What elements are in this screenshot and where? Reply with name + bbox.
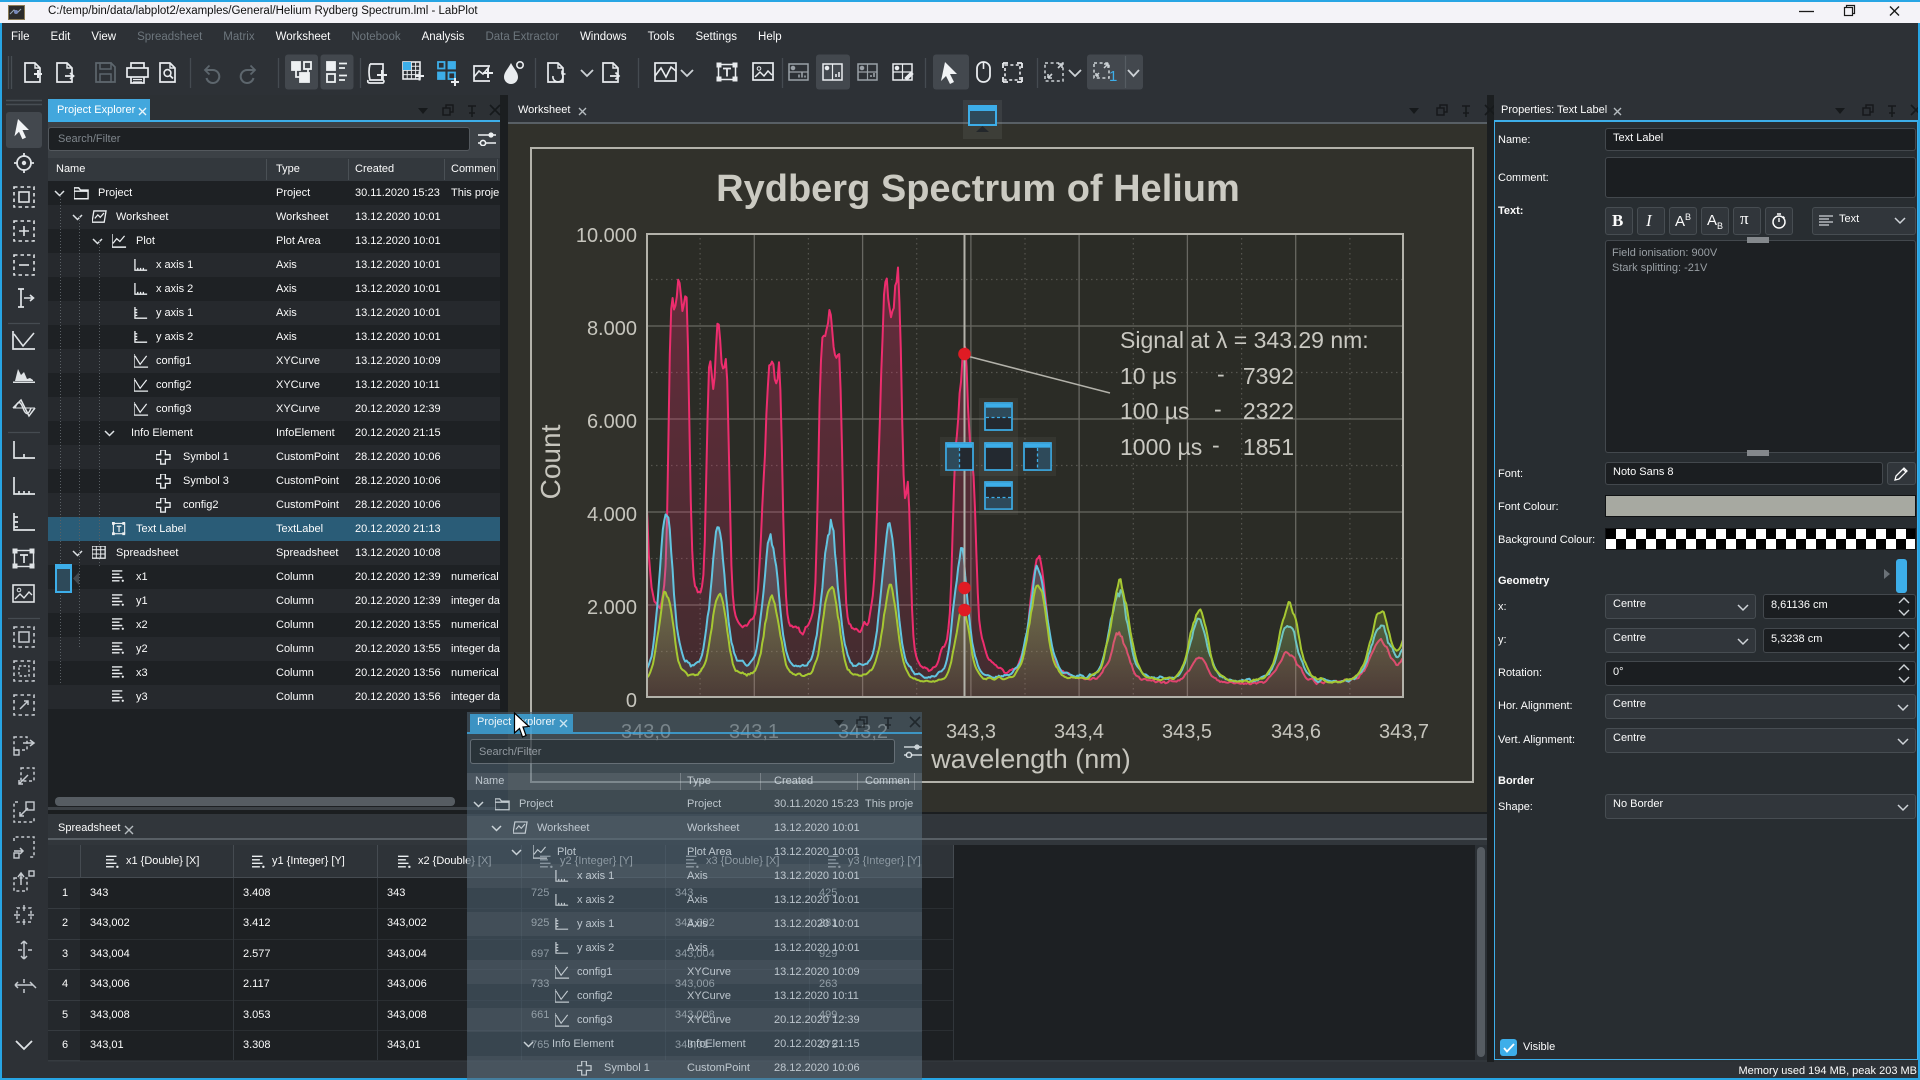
svg-text:1: 1 — [1109, 68, 1117, 85]
